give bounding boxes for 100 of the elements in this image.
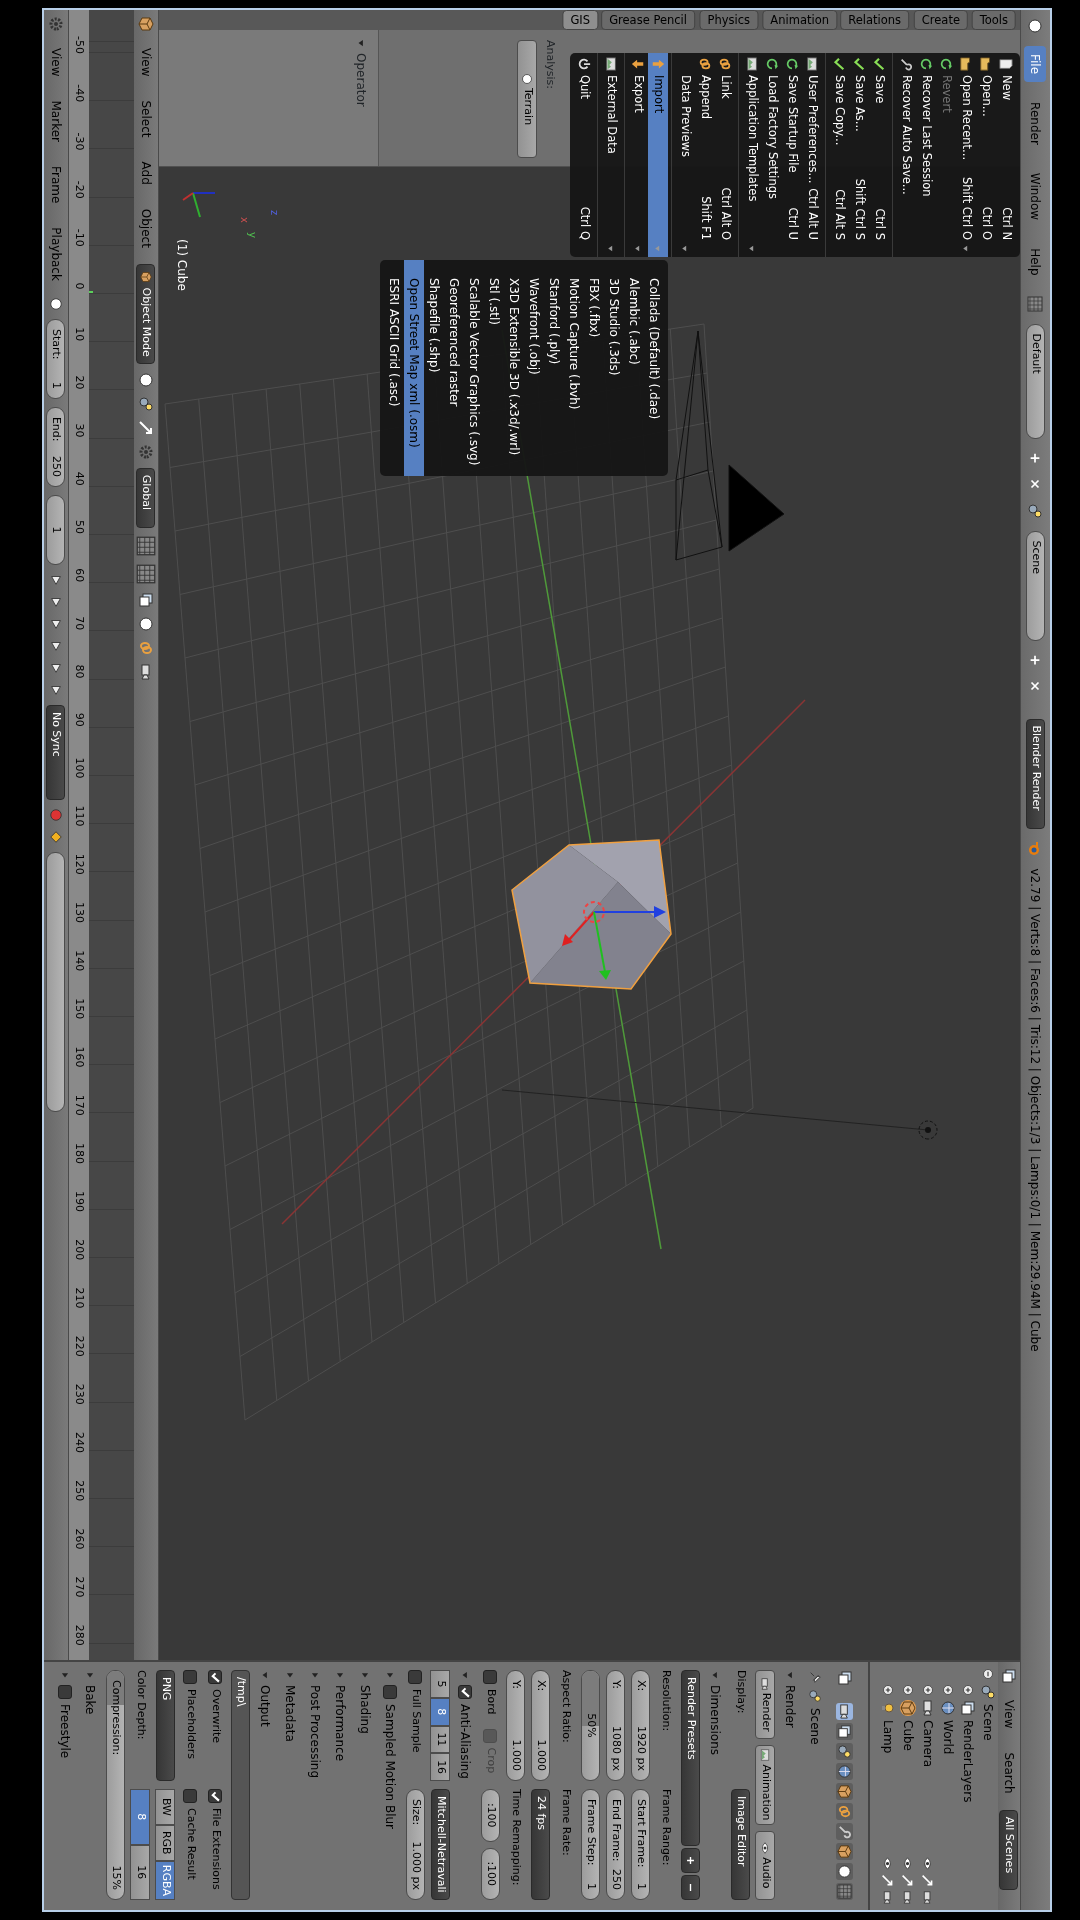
tool-button[interactable]: Render xyxy=(755,1670,776,1740)
dropdown[interactable]: PNG xyxy=(156,1670,175,1781)
pointer-icon[interactable] xyxy=(881,1874,895,1887)
dropdown[interactable]: Image Editor xyxy=(731,1789,750,1900)
layers-icon[interactable] xyxy=(136,563,156,584)
manipulator-icon[interactable] xyxy=(138,419,154,436)
menu-item[interactable]: External Data xyxy=(601,53,621,257)
panel-title[interactable]: Operator xyxy=(352,53,371,107)
menu-item[interactable]: Import xyxy=(648,53,668,257)
presets-dropdown[interactable]: Render Presets xyxy=(681,1670,700,1846)
menu-item[interactable]: View xyxy=(135,40,157,85)
tool-button[interactable]: Animation xyxy=(755,1745,776,1825)
panel-title[interactable]: Dimensions xyxy=(706,1685,725,1756)
panel-title[interactable]: Freestyle xyxy=(56,1704,75,1759)
properties-tab[interactable] xyxy=(836,1703,854,1720)
checkbox[interactable] xyxy=(183,1670,198,1684)
editor-type-icon[interactable] xyxy=(1001,1668,1017,1684)
panel-title[interactable]: Post Processing xyxy=(306,1685,325,1778)
menu-item[interactable]: Open Street Map xml (.osm) xyxy=(404,260,424,476)
toggle-button[interactable]: 16 xyxy=(430,1753,451,1781)
menu-item[interactable]: User Preferences... Ctrl Alt U xyxy=(802,53,822,257)
collapsed-triangle-icon[interactable] xyxy=(85,1670,96,1680)
dropdown[interactable]: Mitchell-Netravali xyxy=(431,1789,450,1900)
menu-item[interactable]: Save Startup File Ctrl U xyxy=(782,53,802,257)
menu-item[interactable]: Application Templates xyxy=(742,53,762,257)
panel-title[interactable]: Shading xyxy=(356,1685,375,1734)
menu-item[interactable]: Object xyxy=(135,200,157,256)
menu-item[interactable]: Open... Ctrl O xyxy=(976,53,996,257)
number-field[interactable]: :100 xyxy=(481,1789,500,1842)
start-frame-field[interactable]: Start: 1 xyxy=(46,318,66,399)
menu-item[interactable]: Open Recent... Shift Ctrl O xyxy=(956,53,976,257)
editor-type-icon[interactable] xyxy=(1027,18,1044,34)
menu-item[interactable]: Scalable Vector Graphics (.svg) xyxy=(464,260,484,476)
number-field[interactable]: :100 xyxy=(481,1847,500,1900)
pin-icon[interactable] xyxy=(808,1670,823,1684)
dropdown[interactable]: 24 fps xyxy=(531,1789,550,1900)
expand-icon[interactable] xyxy=(922,1684,934,1696)
number-field[interactable]: End Frame: 250 xyxy=(606,1789,625,1900)
number-field[interactable]: X: 1.000 xyxy=(531,1670,550,1781)
properties-tab[interactable] xyxy=(836,1763,854,1780)
toggle-button[interactable]: 8 xyxy=(130,1789,151,1845)
shelf-tab[interactable]: Animation xyxy=(762,10,837,30)
mode-dropdown[interactable]: Object Mode xyxy=(136,263,156,364)
panel-title[interactable]: Bake xyxy=(81,1685,100,1715)
checkbox[interactable] xyxy=(208,1789,223,1803)
menu-item[interactable]: Help xyxy=(1024,240,1047,284)
layers-icon[interactable] xyxy=(136,535,156,556)
menu-item[interactable]: Georeferenced raster xyxy=(444,260,464,476)
checkbox[interactable] xyxy=(483,1670,498,1684)
menu-item[interactable]: Motion Capture (.bvh) xyxy=(564,260,584,476)
expand-icon[interactable] xyxy=(902,1684,914,1696)
menu-item[interactable]: Stl (.stl) xyxy=(484,260,504,476)
properties-tab[interactable] xyxy=(836,1843,854,1860)
panel-title[interactable]: Metadata xyxy=(281,1685,300,1742)
checkbox[interactable] xyxy=(408,1670,423,1684)
number-field[interactable]: X: 1920 px xyxy=(631,1670,650,1781)
menu-item[interactable]: Link Ctrl Alt O xyxy=(715,53,735,257)
number-field[interactable]: Y: 1080 px xyxy=(606,1670,625,1781)
properties-tab[interactable] xyxy=(836,1863,854,1880)
scene-field[interactable]: Scene xyxy=(1026,530,1045,641)
object-icon[interactable] xyxy=(900,1700,916,1716)
shelf-tab[interactable]: GIS xyxy=(562,10,598,30)
slider-field[interactable]: Compression: 15% xyxy=(106,1670,125,1900)
collapsed-triangle-icon[interactable] xyxy=(335,1670,346,1680)
add-preset-button[interactable] xyxy=(681,1848,700,1873)
scene-icon[interactable] xyxy=(1027,502,1044,519)
menu-item[interactable]: 3D Studio (.3ds) xyxy=(604,260,624,476)
panel-title[interactable]: Output xyxy=(256,1685,275,1727)
toggle-button[interactable]: 8 xyxy=(430,1697,451,1726)
tool-button[interactable]: Audio xyxy=(755,1830,776,1900)
menu-item[interactable]: ESRI ASCII Grid (.asc) xyxy=(384,260,404,476)
shelf-tab[interactable]: Create xyxy=(913,10,968,30)
path-field[interactable]: /tmp\ xyxy=(231,1670,250,1900)
outliner-item[interactable]: Scene xyxy=(979,1704,997,1910)
toggle-button[interactable]: 11 xyxy=(430,1725,451,1754)
render-engine-dropdown[interactable]: Blender Render xyxy=(1026,718,1045,829)
menu-item[interactable]: Load Factory Settings xyxy=(762,53,782,257)
record-icon[interactable] xyxy=(49,807,63,822)
object-icon[interactable] xyxy=(940,1700,956,1716)
shelf-tab[interactable]: Relations xyxy=(840,10,910,30)
orientation-dropdown[interactable]: Global xyxy=(136,467,156,528)
menu-item[interactable]: Recover Auto Save... xyxy=(896,53,916,257)
menu-item[interactable]: Shapefile (.shp) xyxy=(424,260,444,476)
menu-item[interactable]: Save Ctrl S xyxy=(869,53,889,257)
shading-icon[interactable] xyxy=(138,371,154,388)
playhead[interactable] xyxy=(89,290,93,293)
menu-item[interactable]: Alembic (.abc) xyxy=(624,260,644,476)
toggle-button[interactable]: RGBA xyxy=(155,1860,176,1900)
menu-item[interactable]: View xyxy=(45,40,67,85)
outliner-item[interactable]: Camera xyxy=(919,1720,937,1853)
editor-type-icon[interactable] xyxy=(138,16,154,32)
menu-item[interactable]: Frame xyxy=(45,157,67,212)
shelf-tab[interactable]: Physics xyxy=(699,10,758,30)
menu-item[interactable]: Quit Ctrl Q xyxy=(574,53,594,257)
properties-tab[interactable] xyxy=(836,1783,854,1800)
menu-item[interactable]: FBX (.fbx) xyxy=(584,260,604,476)
terrain-button[interactable]: Terrain xyxy=(517,40,538,158)
scene-icon[interactable] xyxy=(980,1684,996,1700)
menu-item[interactable]: Stanford (.ply) xyxy=(544,260,564,476)
collapse-icon[interactable] xyxy=(982,1668,994,1680)
